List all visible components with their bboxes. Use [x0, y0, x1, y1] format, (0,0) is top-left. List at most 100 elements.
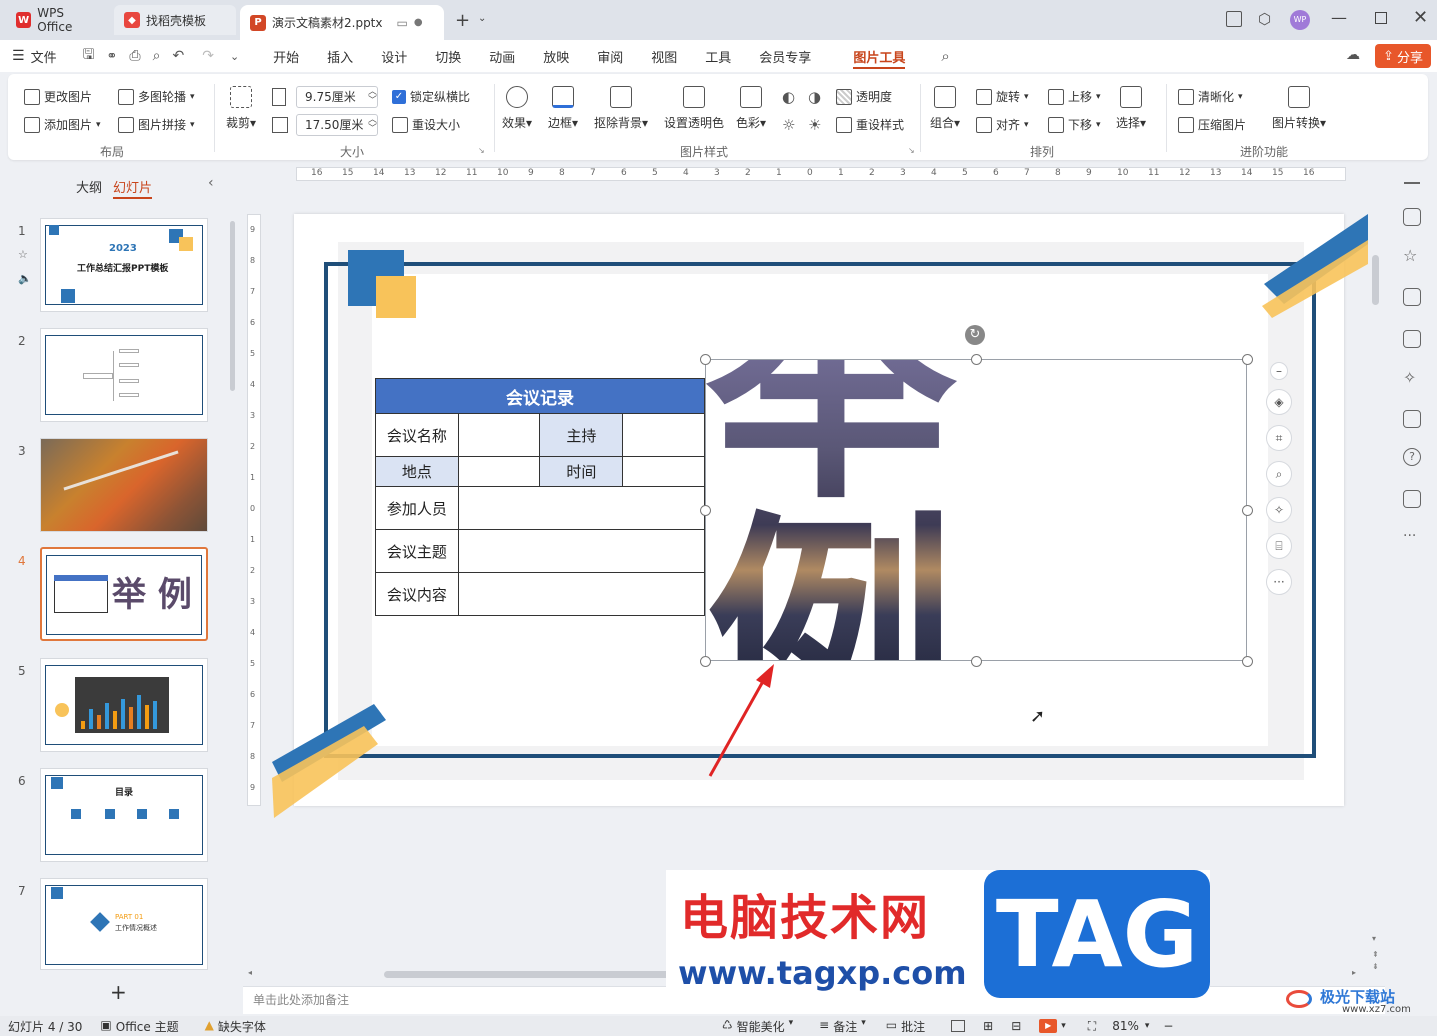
slide-thumb-3[interactable] — [40, 438, 208, 532]
add-slide-icon[interactable]: + — [110, 980, 127, 1004]
comments-button[interactable]: ▭ 批注 — [886, 1018, 925, 1035]
table-cell[interactable]: 会议内容 — [375, 572, 459, 616]
rotate-button[interactable]: 旋转 ▾ — [976, 88, 1029, 105]
reset-size-button[interactable]: 重设大小 — [392, 116, 460, 133]
panel-scrollbar[interactable] — [230, 221, 235, 391]
menu-file[interactable]: 文件 — [25, 40, 71, 72]
beautify-button[interactable]: ♺ 智能美化 ▾ — [722, 1018, 793, 1035]
menu-insert[interactable]: 插入 — [313, 40, 367, 72]
edit-icon[interactable] — [1403, 330, 1421, 348]
table-cell[interactable]: 参加人员 — [375, 486, 459, 530]
tab-template[interactable]: ◆ 找稻壳模板 — [114, 5, 236, 35]
width-input[interactable]: 9.75厘米 — [296, 86, 378, 108]
search-icon[interactable]: ⌕ — [941, 47, 949, 65]
menu-tools[interactable]: 工具 — [691, 40, 745, 72]
magic-icon[interactable]: ✧ — [1403, 368, 1416, 387]
missing-font-button[interactable]: ▲ 缺失字体 — [205, 1018, 266, 1035]
adjust-icon[interactable] — [1403, 208, 1421, 226]
brightness-down-icon[interactable]: ☀ — [808, 116, 821, 134]
dialog-launcher-icon[interactable]: ↘ — [478, 146, 485, 155]
play-icon[interactable]: ▶ — [1039, 1019, 1058, 1033]
contrast-icon[interactable]: ◑ — [808, 88, 821, 106]
horizontal-scrollbar[interactable] — [384, 971, 674, 978]
set-transparent-button[interactable]: 设置透明色 — [664, 86, 724, 131]
resize-handle[interactable] — [1242, 656, 1253, 667]
zoom-out-icon[interactable]: – — [1270, 362, 1288, 380]
effect-button[interactable]: 效果▾ — [502, 86, 532, 131]
layout-icon[interactable] — [1226, 11, 1242, 27]
select-button[interactable]: 选择▾ — [1116, 86, 1146, 131]
resize-handle[interactable] — [700, 505, 711, 516]
hamburger-icon[interactable]: ☰ — [0, 48, 25, 64]
cloud-icon[interactable]: ☁ — [1346, 47, 1360, 63]
zoom-level[interactable]: 81% — [1112, 1019, 1139, 1033]
table-cell[interactable] — [457, 572, 706, 616]
table-cell[interactable]: 主持 — [539, 413, 624, 457]
table-cell[interactable]: 会议名称 — [375, 413, 459, 457]
save-icon[interactable]: 🖫 — [83, 44, 95, 68]
scroll-down-icon[interactable]: ▾ — [1372, 934, 1376, 943]
minimize-icon[interactable]: — — [1331, 8, 1347, 27]
table-cell[interactable]: 时间 — [539, 456, 624, 487]
scroll-left-icon[interactable]: ◂ — [248, 968, 252, 977]
resize-handle[interactable] — [971, 354, 982, 365]
star-icon[interactable]: ☆ — [18, 248, 28, 261]
redo-icon[interactable]: ↷ — [202, 48, 214, 64]
dialog-launcher-icon[interactable]: ↘ — [908, 146, 915, 155]
preview-icon[interactable]: ⌕ — [153, 48, 161, 64]
menu-design[interactable]: 设计 — [367, 40, 421, 72]
transparency-button[interactable]: 透明度 — [836, 88, 892, 105]
undo-icon[interactable]: ↶ — [172, 48, 184, 64]
maximize-icon[interactable] — [1375, 12, 1387, 24]
help-icon[interactable]: ? — [1403, 448, 1421, 466]
brightness-up-icon[interactable]: ☼ — [782, 116, 795, 134]
menu-start[interactable]: 开始 — [259, 40, 313, 72]
notes-button[interactable]: ≡ 备注 ▾ — [819, 1018, 866, 1035]
table-cell[interactable] — [457, 529, 706, 573]
grid-view-icon[interactable]: ⊞ — [983, 1019, 993, 1033]
collapse-panel-icon[interactable]: ‹ — [208, 175, 214, 191]
multi-carousel-button[interactable]: 多图轮播 ▾ — [118, 88, 195, 105]
resize-handle[interactable] — [1242, 354, 1253, 365]
slide-thumb-5[interactable] — [40, 658, 208, 752]
crop-icon[interactable]: ⌗ — [1266, 425, 1292, 451]
collapse-icon[interactable] — [1404, 182, 1420, 184]
move-up-button[interactable]: 上移 ▾ — [1048, 88, 1101, 105]
share-button[interactable]: ⇪ 分享 — [1375, 44, 1431, 68]
meeting-table[interactable]: 会议记录 会议名称 主持 地点 时间 参加人员 会议主题 会议内容 — [375, 378, 706, 616]
align-button[interactable]: 对齐 ▾ — [976, 116, 1029, 133]
resize-handle[interactable] — [971, 656, 982, 667]
share-icon[interactable] — [1403, 490, 1421, 508]
scroll-right-icon[interactable]: ▸ — [1352, 968, 1356, 977]
resize-handle[interactable] — [1242, 505, 1253, 516]
screen-icon[interactable]: ▭ — [397, 16, 408, 30]
more-icon[interactable]: ··· — [1403, 528, 1416, 544]
fit-window-icon[interactable]: ⛶ — [1088, 1019, 1096, 1034]
sound-icon[interactable]: 🔈 — [18, 272, 32, 285]
layers-icon[interactable]: ◈ — [1266, 389, 1292, 415]
menu-animation[interactable]: 动画 — [475, 40, 529, 72]
menu-review[interactable]: 审阅 — [583, 40, 637, 72]
table-cell[interactable] — [457, 413, 541, 457]
rotate-handle-icon[interactable]: ↻ — [965, 325, 985, 345]
print-icon[interactable]: ⎙ — [129, 48, 140, 64]
book-icon[interactable] — [1403, 410, 1421, 428]
compress-image-button[interactable]: 压缩图片 — [1178, 116, 1246, 133]
sharpen-button[interactable]: 清晰化 ▾ — [1178, 88, 1243, 105]
close-icon[interactable]: ✕ — [1413, 7, 1428, 28]
height-input[interactable]: 17.50厘米 — [296, 114, 378, 136]
cube-icon[interactable]: ⬡ — [1258, 10, 1271, 28]
add-image-button[interactable]: 添加图片 ▾ — [24, 116, 101, 133]
slide-canvas[interactable]: 会议记录 会议名称 主持 地点 时间 参加人员 会议主题 会议内容 举 例 ↻ … — [272, 214, 1368, 818]
selected-image[interactable]: 举 例 — [705, 260, 1247, 760]
chevron-down-icon[interactable]: ⌄ — [478, 13, 486, 24]
avatar[interactable]: WP — [1290, 10, 1310, 30]
group-button[interactable]: 组合▾ — [930, 86, 960, 131]
tab-wps-office[interactable]: W WPS Office — [6, 5, 110, 35]
image-collage-button[interactable]: 图片拼接 ▾ — [118, 116, 195, 133]
stepper-icon[interactable]: ︿ ﹀ — [368, 116, 377, 134]
zoom-icon[interactable]: ⌕ — [1266, 461, 1292, 487]
menu-member[interactable]: 会员专享 — [745, 40, 825, 72]
star-icon[interactable]: ☆ — [1403, 246, 1417, 265]
table-cell[interactable] — [622, 456, 705, 487]
